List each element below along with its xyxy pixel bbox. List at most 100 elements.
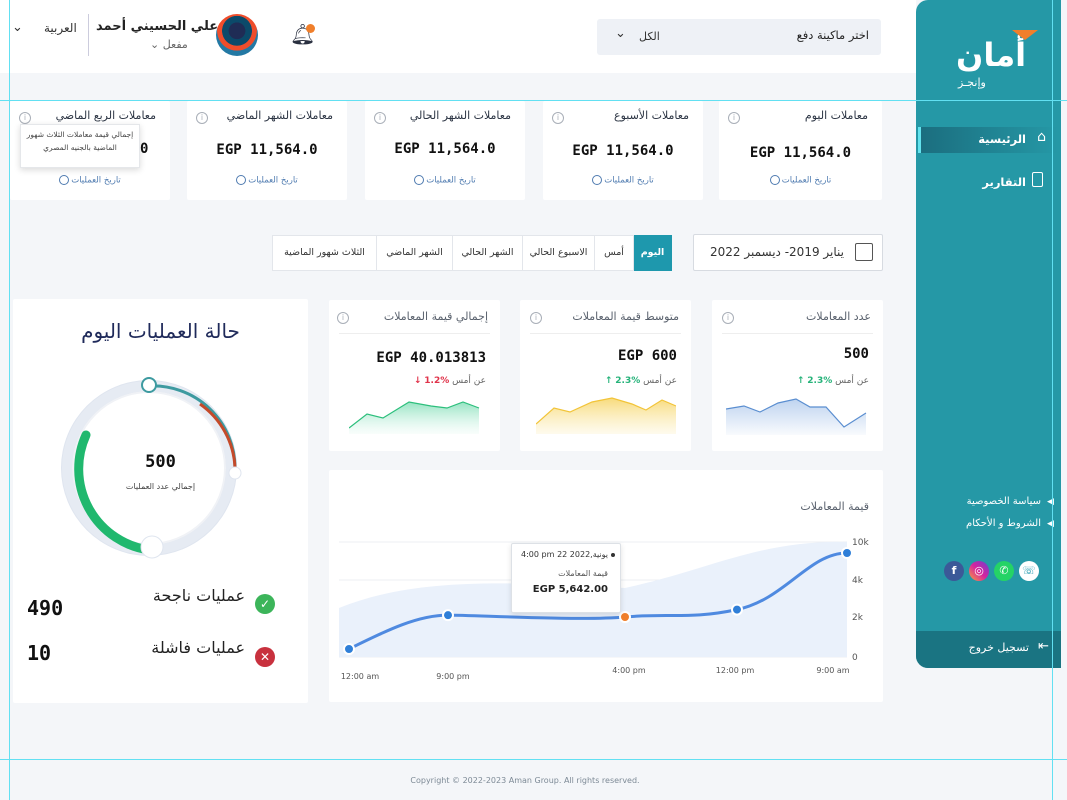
data-point: [841, 547, 853, 559]
y-tick-label: 4k: [852, 576, 864, 586]
card-title: معاملات اليوم: [804, 109, 868, 122]
privacy-link[interactable]: سياسة الخصوصية: [967, 496, 1041, 507]
language-switch[interactable]: العربية: [44, 21, 77, 35]
week-card[interactable]: معاملات الأسبوع i EGP 11,564.0 تاريخ الع…: [543, 101, 703, 200]
history-link[interactable]: تاريخ العمليات: [365, 175, 525, 186]
info-icon[interactable]: i: [19, 112, 31, 124]
total-label: إجمالي عدد العمليات: [125, 482, 196, 491]
whatsapp-icon[interactable]: ✆: [994, 561, 1014, 581]
card-title: معاملات الربع الماضي: [55, 109, 156, 122]
history-link[interactable]: تاريخ العمليات: [543, 175, 703, 186]
filter-last-3-months[interactable]: الثلاث شهور الماضية: [272, 235, 377, 271]
transactions-count-card[interactable]: عدد المعاملات i 500 ↑ 2.3% عن أمس: [712, 300, 883, 451]
sidebar-item-reports[interactable]: التقارير: [918, 170, 1058, 196]
delta: ↓ 1.2% عن أمس: [414, 376, 486, 386]
chevron-down-icon: ⌄: [150, 38, 160, 51]
current-month-card[interactable]: معاملات الشهر الحالي i EGP 11,564.0 تاري…: [365, 101, 525, 200]
terms-link[interactable]: الشروط و الأحكام: [966, 518, 1041, 529]
phone-icon[interactable]: ☏: [1019, 561, 1039, 581]
filter-yesterday[interactable]: أمس: [594, 235, 634, 271]
sidebar-item-home[interactable]: الرئيسية ⌂: [918, 127, 1058, 153]
reports-icon: [1032, 172, 1043, 187]
clock-icon: [769, 175, 780, 185]
failed-label: عمليات فاشلة: [151, 638, 245, 657]
card-value: EGP 11,564.0: [749, 145, 852, 161]
card-title: عدد المعاملات: [806, 310, 871, 323]
info-icon[interactable]: i: [196, 112, 208, 124]
data-point: [442, 609, 454, 622]
copyright: Copyright © 2022-2023 Aman Group. All ri…: [410, 776, 640, 785]
info-icon[interactable]: i: [374, 112, 386, 124]
filter-today[interactable]: اليوم: [633, 235, 672, 271]
logo-accent: [1012, 30, 1038, 40]
x-tick-label: 4:00 pm: [612, 666, 646, 675]
tooltip-label: قيمة المعاملات: [558, 569, 608, 578]
history-link-label: تاريخ العمليات: [781, 175, 832, 186]
divider: [88, 14, 89, 56]
caret-left-icon: ◀: [1047, 497, 1054, 507]
card-value: EGP 11,564.0: [394, 141, 496, 157]
history-link[interactable]: تاريخ العمليات: [719, 175, 882, 186]
calendar-icon: [855, 243, 873, 261]
date-range-picker[interactable]: يناير 2019- ديسمبر 2022: [693, 234, 883, 271]
sidebar-item-label: التقارير: [982, 175, 1026, 189]
chart-tooltip: 22 يونية,2022 4:00 pm قيمة المعاملات EGP…: [511, 543, 621, 613]
info-icon[interactable]: i: [337, 312, 349, 324]
machine-select-value: الكل: [639, 30, 660, 43]
tooltip-date: 22 يونية,2022: [557, 550, 608, 559]
success-value: 490: [27, 596, 64, 620]
user-name: علي الحسيني أحمد: [96, 19, 219, 34]
machine-select[interactable]: اختر ماكينة دفع الكل ⌄: [597, 19, 881, 55]
divider: [722, 333, 873, 334]
chevron-down-icon[interactable]: ⌄: [12, 20, 23, 35]
caret-left-icon: ◀: [1047, 519, 1054, 529]
arrow-up-icon: ↑: [604, 376, 613, 386]
data-point: [731, 603, 743, 616]
x-tick-label: 12:00 pm: [716, 666, 755, 675]
card-title: إجمالي قيمة المعاملات: [383, 310, 488, 323]
check-icon: ✓: [255, 594, 275, 614]
avatar[interactable]: [216, 14, 258, 56]
info-icon[interactable]: i: [722, 312, 734, 324]
info-icon[interactable]: i: [728, 112, 740, 124]
filter-current-month[interactable]: الشهر الحالي: [452, 235, 523, 271]
sparkline: [726, 398, 867, 435]
average-value-card[interactable]: متوسط قيمة المعاملات i EGP 600 ↑ 2.3% عن…: [520, 300, 691, 451]
data-point: [619, 611, 631, 623]
instagram-icon[interactable]: ◎: [969, 561, 989, 581]
facebook-icon[interactable]: f: [944, 561, 964, 581]
status-panel: حالة العمليات اليوم 500 إجمالي عدد العمل…: [13, 299, 308, 703]
delta-value: 2.3%: [615, 376, 641, 386]
filter-current-week[interactable]: الاسبوع الحالي: [522, 235, 595, 271]
card-value: EGP 11,564.0: [572, 143, 674, 159]
machine-select-label: اختر ماكينة دفع: [796, 28, 869, 42]
delta-value: 2.3%: [807, 376, 833, 386]
date-range-label: يناير 2019- ديسمبر 2022: [709, 245, 844, 259]
card-value: EGP 11,564.0: [216, 142, 318, 158]
filter-last-month[interactable]: الشهر الماضي: [376, 235, 453, 271]
notification-dot: [306, 24, 315, 33]
history-link-label: تاريخ العمليات: [604, 175, 654, 186]
history-link[interactable]: تاريخ العمليات: [187, 175, 347, 186]
home-icon: ⌂: [1037, 129, 1046, 145]
last-month-card[interactable]: معاملات الشهر الماضي i EGP 11,564.0 تاري…: [187, 101, 347, 200]
history-link[interactable]: تاريخ العمليات: [10, 175, 170, 186]
clock-icon: [592, 175, 603, 185]
history-link-label: تاريخ العمليات: [248, 175, 298, 186]
history-link-label: تاريخ العمليات: [71, 175, 121, 186]
info-icon[interactable]: i: [530, 312, 542, 324]
today-card[interactable]: معاملات اليوم i EGP 11,564.0 تاريخ العمل…: [719, 101, 882, 200]
clock-icon: [59, 175, 70, 185]
logout-button[interactable]: تسجيل خروج ⇤: [916, 631, 1061, 668]
x-tick-label: 9:00 am: [816, 666, 849, 675]
total-value-card[interactable]: إجمالي قيمة المعاملات i EGP 40.013813 ↓ …: [329, 300, 500, 451]
arrow-down-icon: ↓: [413, 376, 422, 386]
last-quarter-card[interactable]: معاملات الربع الماضي i 0 تاريخ العمليات …: [10, 101, 170, 200]
total-count: 500: [145, 452, 176, 472]
info-icon[interactable]: i: [552, 112, 564, 124]
card-title: متوسط قيمة المعاملات: [572, 310, 679, 323]
divider: [339, 333, 490, 334]
x-tick-label: 9:00 pm: [436, 672, 470, 681]
status-dropdown[interactable]: ⌄ مفعل: [150, 38, 188, 51]
sidebar-item-label: الرئيسية: [978, 132, 1026, 146]
